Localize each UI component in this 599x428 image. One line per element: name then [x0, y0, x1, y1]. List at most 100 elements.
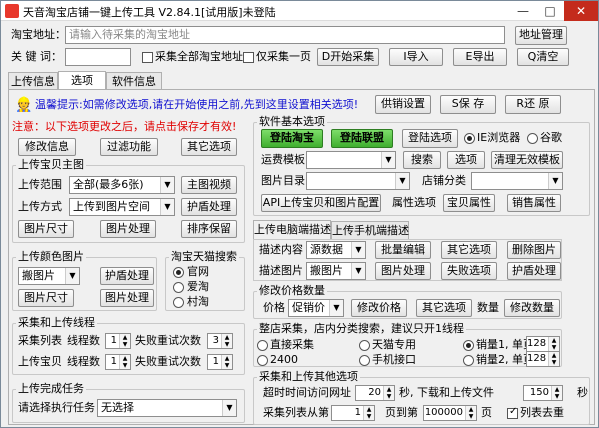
user-avatar-icon: 👷: [15, 97, 33, 113]
clear-button[interactable]: Q清空: [517, 48, 569, 66]
sales-attr-button[interactable]: 销售属性: [507, 194, 561, 212]
method-select[interactable]: 上传到图片空间 ▼: [69, 198, 175, 216]
minimize-icon[interactable]: —: [510, 1, 536, 21]
sales1-radio[interactable]: [463, 340, 474, 351]
desc-shield-button[interactable]: 护盾处理: [507, 262, 561, 280]
main-shield-button[interactable]: 护盾处理: [181, 198, 237, 216]
price-other-button[interactable]: 其它选项: [416, 299, 472, 317]
filter-button[interactable]: 过滤功能: [100, 138, 158, 156]
delete-pic-button[interactable]: 删除图片: [507, 241, 561, 259]
tab-pc-desc[interactable]: 上传电脑端描述: [253, 220, 331, 240]
tab-options[interactable]: 选项: [58, 71, 106, 91]
login-taobao-button[interactable]: 登陆淘宝: [261, 129, 323, 148]
url-input[interactable]: 请输入待采集的淘宝地址: [65, 26, 505, 44]
tab-mobile-desc[interactable]: 上传手机端描述: [331, 221, 409, 239]
timeout-label: 超时时间: [263, 386, 307, 399]
login-union-button[interactable]: 登陆联盟: [331, 129, 393, 148]
restore-button[interactable]: R还 原: [505, 95, 561, 114]
price-select[interactable]: 促销价 ▼: [288, 299, 344, 317]
close-icon[interactable]: ✕: [564, 1, 598, 21]
visit-timeout-spinner[interactable]: 20 ▲ ▼: [355, 385, 395, 401]
tmall-official-radio[interactable]: [173, 267, 184, 278]
direct-collect-radio[interactable]: [257, 340, 268, 351]
sales2-radio[interactable]: [463, 355, 474, 366]
sales1-spinner[interactable]: 128 ▲ ▼: [526, 336, 560, 352]
desc-content-select[interactable]: 源数据 ▼: [306, 241, 366, 259]
chevron-down-icon: ▼: [395, 173, 409, 189]
batch-edit-button[interactable]: 批量编辑: [375, 241, 431, 259]
pic-dir-select[interactable]: ▼: [306, 172, 410, 190]
list-threads-label: 线程数: [67, 334, 100, 347]
desc-content-value: 源数据: [310, 243, 343, 256]
desc-process-button[interactable]: 图片处理: [375, 262, 431, 280]
tmall-only-radio[interactable]: [359, 340, 370, 351]
supply-settings-button[interactable]: 供销设置: [375, 95, 431, 114]
opt-2400-radio[interactable]: [257, 355, 268, 366]
maximize-icon[interactable]: □: [537, 1, 563, 21]
opt-2400-label: 2400: [270, 353, 298, 366]
sort-keep-button[interactable]: 排序保留: [181, 220, 237, 238]
shop-cat-select[interactable]: ▼: [471, 172, 563, 190]
chevron-down-icon: ▼: [548, 173, 562, 189]
export-button[interactable]: E导出: [453, 48, 507, 66]
title-bar: 天音淘宝店铺一键上传工具 V2.84.1[试用版]未登陆 — □ ✕: [1, 1, 598, 21]
url-manage-button[interactable]: 地址管理: [515, 26, 567, 45]
desc-pic-select[interactable]: 搬图片 ▼: [306, 262, 366, 280]
mobile-api-radio[interactable]: [359, 355, 370, 366]
browser-chrome-radio[interactable]: [527, 133, 538, 144]
sales2-spinner[interactable]: 128 ▲ ▼: [526, 351, 560, 367]
modify-info-button[interactable]: 修改信息: [18, 138, 76, 156]
item-threads-spinner[interactable]: 1 ▲ ▼: [105, 354, 131, 370]
dedup-label: 列表去重: [520, 406, 564, 419]
save-button[interactable]: S保 存: [440, 95, 496, 114]
sales1-value: 128: [527, 338, 547, 349]
desc-other-button[interactable]: 其它选项: [441, 241, 497, 259]
start-collect-button[interactable]: D开始采集: [317, 48, 379, 66]
color-process-button[interactable]: 图片处理: [100, 289, 154, 307]
one-page-checkbox[interactable]: [243, 52, 254, 63]
item-retry-spinner[interactable]: 1 ▲ ▼: [207, 354, 233, 370]
finish-task-select[interactable]: 无选择 ▼: [97, 399, 237, 417]
range-select[interactable]: 全部(最多6张) ▼: [69, 176, 175, 194]
api-config-button[interactable]: API上传宝贝和图片配置: [261, 194, 381, 212]
clean-template-button[interactable]: 清理无效模板: [491, 151, 563, 169]
qty-label: 数量: [477, 301, 499, 314]
keyword-input[interactable]: [65, 48, 131, 66]
spinner-arrows-icon: ▲ ▼: [548, 337, 559, 351]
color-pic-select[interactable]: 搬图片 ▼: [18, 267, 80, 285]
keyword-label: 关 键 词：: [11, 50, 62, 63]
browser-ie-radio[interactable]: [464, 133, 475, 144]
modify-price-button[interactable]: 修改价格: [351, 299, 407, 317]
tmall-cuntao-label: 村淘: [187, 295, 209, 308]
dedup-checkbox[interactable]: [507, 406, 518, 419]
item-attr-button[interactable]: 宝贝属性: [443, 194, 495, 212]
tmall-aitao-radio[interactable]: [173, 282, 184, 293]
fail-options-button[interactable]: 失败选项: [441, 262, 497, 280]
from-page-spinner[interactable]: 1 ▲ ▼: [331, 405, 375, 421]
page-label: 页: [481, 406, 492, 419]
download-timeout-value: 150: [529, 387, 549, 398]
download-timeout-spinner[interactable]: 150 ▲ ▼: [523, 385, 563, 401]
list-retry-spinner[interactable]: 3 ▲ ▼: [207, 333, 233, 349]
to-page-value: 100000: [424, 407, 463, 418]
main-process-button[interactable]: 图片处理: [100, 220, 156, 238]
tab-upload-info[interactable]: 上传信息: [8, 72, 58, 90]
modify-qty-button[interactable]: 修改数量: [504, 299, 560, 317]
all-shop-checkbox[interactable]: [142, 52, 153, 63]
color-shield-button[interactable]: 护盾处理: [100, 267, 154, 285]
shipping-select[interactable]: ▼: [306, 151, 396, 169]
main-video-button[interactable]: 主图视频: [181, 176, 237, 194]
import-button[interactable]: I导入: [389, 48, 443, 66]
list-threads-spinner[interactable]: 1 ▲ ▼: [105, 333, 131, 349]
shipping-label: 运费模板: [261, 153, 305, 166]
pic-dir-label: 图片目录: [261, 174, 305, 187]
color-size-button[interactable]: 图片尺寸: [18, 289, 74, 307]
to-page-spinner[interactable]: 100000 ▲ ▼: [423, 405, 477, 421]
shipping-search-button[interactable]: 搜索: [403, 151, 441, 169]
login-options-button[interactable]: 登陆选项: [402, 129, 458, 148]
tmall-cuntao-radio[interactable]: [173, 297, 184, 308]
shipping-options-button[interactable]: 选项: [447, 151, 485, 169]
other-options-button[interactable]: 其它选项: [181, 138, 237, 156]
main-size-button[interactable]: 图片尺寸: [18, 220, 74, 238]
tab-software-info[interactable]: 软件信息: [106, 72, 162, 90]
